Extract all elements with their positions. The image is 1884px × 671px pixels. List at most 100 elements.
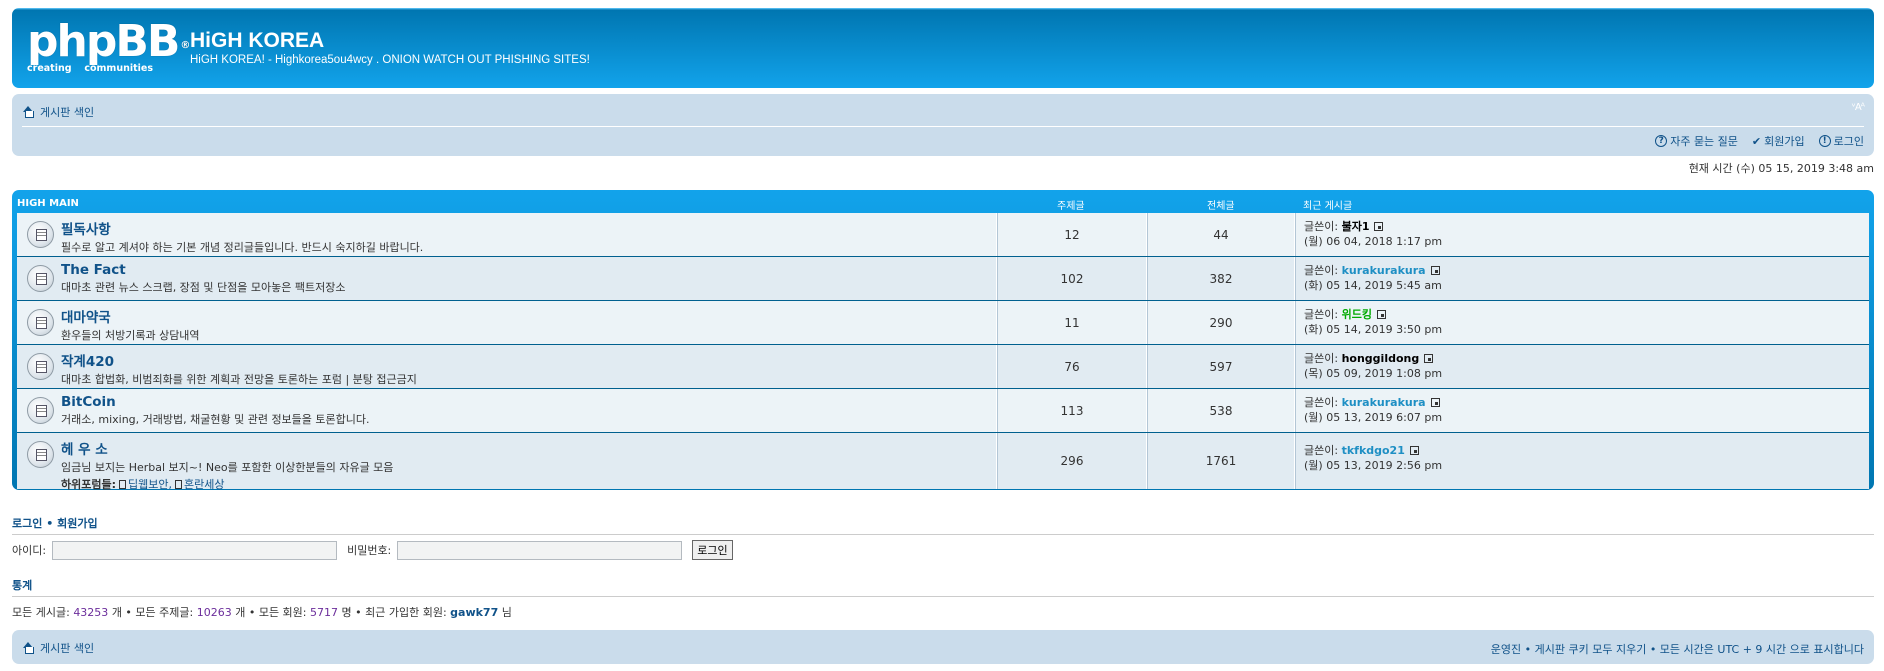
last-post-by-label: 글쓴이: xyxy=(1304,308,1339,321)
forum-row: 작계420 대마초 합법화, 비범죄화를 위한 계획과 전망을 토론하는 포럼 … xyxy=(17,345,1869,389)
forum-description: 임금님 보지는 Herbal 보지~! Neo를 포함한 이상한분들의 자유글 … xyxy=(61,461,394,474)
forum-last-post: 글쓴이: 불자1 (월) 06 04, 2018 1:17 pm xyxy=(1295,213,1869,256)
last-post-author[interactable]: 불자1 xyxy=(1342,220,1370,233)
last-post-date: (월) 05 13, 2019 6:07 pm xyxy=(1304,411,1443,424)
total-posts-value: 43253 xyxy=(73,606,109,619)
forum-read-icon xyxy=(27,353,54,380)
forum-description: 대마초 관련 뉴스 스크랩, 장점 및 단점을 모아놓은 팩트저장소 xyxy=(61,281,346,294)
forum-posts-count: 538 xyxy=(1147,389,1295,432)
footer-index-label: 게시판 색인 xyxy=(40,642,95,655)
forum-description: 거래소, mixing, 거래방법, 채굴현황 및 관련 정보들을 토론합니다. xyxy=(61,413,370,426)
subforum-link[interactable]: 혼란세상 xyxy=(184,478,224,491)
statistics-section: 통계 모든 게시글: 43253 개 • 모든 주제글: 10263 개 • 모… xyxy=(12,577,1874,620)
forum-description: 환우들의 처방기록과 상담내역 xyxy=(61,329,200,342)
help-icon: ? xyxy=(1655,135,1668,147)
font-size-control[interactable]: ᵛAᴬ xyxy=(1852,102,1865,113)
header-last-post: 최근 게시글 xyxy=(1303,201,1353,212)
faq-link[interactable]: ? 자주 묻는 질문 xyxy=(1655,133,1738,149)
forum-read-icon xyxy=(27,397,54,424)
last-post-date: (화) 05 14, 2019 3:50 pm xyxy=(1304,323,1443,336)
last-post-by-label: 글쓴이: xyxy=(1304,352,1339,365)
forum-posts-count: 597 xyxy=(1147,345,1295,388)
password-input[interactable] xyxy=(397,540,683,560)
view-latest-post-icon[interactable] xyxy=(1430,266,1440,275)
forum-row: 대마약국 환우들의 처방기록과 상담내역 11 290 글쓴이: 위드킹 (화)… xyxy=(17,301,1869,345)
forum-last-post: 글쓴이: tkfkdgo21 (월) 05 13, 2019 2:56 pm xyxy=(1295,433,1869,489)
newest-member-link[interactable]: gawk77 xyxy=(450,606,498,619)
site-header: phpBB ® creating communities HiGH KOREA Hi… xyxy=(12,8,1874,88)
statistics-line: 모든 게시글: 43253 개 • 모든 주제글: 10263 개 • 모든 회… xyxy=(12,604,1874,620)
password-label: 비밀번호: xyxy=(347,544,392,557)
view-latest-post-icon[interactable] xyxy=(1409,446,1419,455)
login-title-link[interactable]: 로그인 xyxy=(12,517,42,530)
login-section-title: 로그인 • 회원가입 xyxy=(12,515,1874,535)
footer-navbar: 게시판 색인 운영진 • 게시판 쿠키 모두 지우기 • 모든 시간은 UTC … xyxy=(12,630,1874,664)
forum-posts-count: 1761 xyxy=(1147,433,1295,489)
forum-list: HIGH MAIN 주제글 전체글 최근 게시글 필독사항 필수로 알고 계셔야… xyxy=(12,190,1874,492)
login-link[interactable]: ! 로그인 xyxy=(1818,133,1864,149)
forum-posts-count: 290 xyxy=(1147,301,1295,344)
phpbb-logo[interactable]: phpBB ® creating communities xyxy=(27,20,190,75)
login-button[interactable]: 로그인 xyxy=(692,540,733,560)
view-latest-post-icon[interactable] xyxy=(1424,354,1434,363)
forum-title-link[interactable]: BitCoin xyxy=(61,394,996,410)
subforum-link[interactable]: 딥웹보안, xyxy=(128,478,172,491)
total-members-label: 개 • 모든 회원: xyxy=(235,606,307,619)
forum-posts-count: 44 xyxy=(1147,213,1295,256)
forum-title-link[interactable]: The Fact xyxy=(61,262,996,278)
home-icon xyxy=(22,642,35,654)
footer-breadcrumb-index[interactable]: 게시판 색인 xyxy=(22,640,94,656)
forum-title-link[interactable]: 대마약국 xyxy=(61,306,996,326)
forum-title-link[interactable]: 헤 우 소 xyxy=(61,438,996,458)
forum-last-post: 글쓴이: honggildong (목) 05 09, 2019 1:08 pm xyxy=(1295,345,1869,388)
faq-label: 자주 묻는 질문 xyxy=(1670,135,1738,148)
title-separator: • xyxy=(46,517,54,530)
forum-row: The Fact 대마초 관련 뉴스 스크랩, 장점 및 단점을 모아놓은 팩트… xyxy=(17,257,1869,301)
subforum-list: 하위포럼들: 딥웹보안, 혼란세상 xyxy=(61,476,996,492)
last-post-date: (월) 06 04, 2018 1:17 pm xyxy=(1304,235,1443,248)
header-posts: 전체글 xyxy=(1207,201,1235,212)
last-post-author[interactable]: kurakurakura xyxy=(1342,396,1426,409)
forum-row: 필독사항 필수로 알고 계셔야 하는 기본 개념 정리글들입니다. 반드시 숙지… xyxy=(17,213,1869,257)
footer-links[interactable]: 운영진 • 게시판 쿠키 모두 지우기 • 모든 시간은 UTC + 9 시간 … xyxy=(1491,641,1864,657)
forum-title-link[interactable]: 작계420 xyxy=(61,350,996,370)
forum-description: 필수로 알고 계셔야 하는 기본 개념 정리글들입니다. 반드시 숙지하길 바랍… xyxy=(61,241,424,254)
forum-description: 대마초 합법화, 비범죄화를 위한 계획과 전망을 토론하는 포럼 | 분탕 접… xyxy=(61,373,417,386)
forum-row: 헤 우 소 임금님 보지는 Herbal 보지~! Neo를 포함한 이상한분들… xyxy=(17,433,1869,492)
username-input[interactable] xyxy=(52,540,338,560)
register-title-link[interactable]: 회원가입 xyxy=(57,517,97,530)
view-latest-post-icon[interactable] xyxy=(1374,222,1384,231)
forum-subforum-icon xyxy=(27,441,54,468)
last-post-date: (월) 05 13, 2019 2:56 pm xyxy=(1304,459,1443,472)
site-description: HiGH KOREA! - Highkorea5ou4wcy . ONION W… xyxy=(190,54,590,66)
forum-topics-count: 12 xyxy=(997,213,1147,256)
power-icon: ! xyxy=(1818,135,1831,147)
header-topics: 주제글 xyxy=(1057,201,1085,212)
view-latest-post-icon[interactable] xyxy=(1430,398,1440,407)
last-post-author[interactable]: tkfkdgo21 xyxy=(1342,444,1405,457)
forum-row: BitCoin 거래소, mixing, 거래방법, 채굴현황 및 관련 정보들… xyxy=(17,389,1869,433)
logo-reg-mark: ® xyxy=(180,40,190,51)
forum-title-link[interactable]: 필독사항 xyxy=(61,218,996,238)
login-section: 로그인 • 회원가입 아이디: 비밀번호: 로그인 xyxy=(12,515,1874,560)
navbar-divider xyxy=(22,126,1864,127)
total-posts-label: 모든 게시글: xyxy=(12,606,70,619)
last-post-date: (화) 05 14, 2019 5:45 am xyxy=(1304,279,1442,292)
subforum-doc-icon xyxy=(174,480,182,489)
forum-read-icon xyxy=(27,309,54,336)
logo-sub-right: communities xyxy=(84,63,153,74)
register-link[interactable]: ✔ 회원가입 xyxy=(1752,133,1805,149)
subforums-label: 하위포럼들: xyxy=(61,478,116,491)
view-latest-post-icon[interactable] xyxy=(1376,310,1386,319)
register-label: 회원가입 xyxy=(1764,135,1805,148)
last-post-date: (목) 05 09, 2019 1:08 pm xyxy=(1304,367,1443,380)
breadcrumb-index[interactable]: 게시판 색인 xyxy=(22,104,94,120)
last-post-by-label: 글쓴이: xyxy=(1304,220,1339,233)
last-post-author[interactable]: kurakurakura xyxy=(1342,264,1426,277)
login-form: 아이디: 비밀번호: 로그인 xyxy=(12,540,1874,560)
last-post-author[interactable]: honggildong xyxy=(1342,352,1420,365)
category-title[interactable]: HIGH MAIN xyxy=(17,198,79,209)
login-label: 로그인 xyxy=(1833,135,1864,148)
checkmark-icon: ✔ xyxy=(1751,134,1762,148)
last-post-author[interactable]: 위드킹 xyxy=(1342,308,1372,321)
